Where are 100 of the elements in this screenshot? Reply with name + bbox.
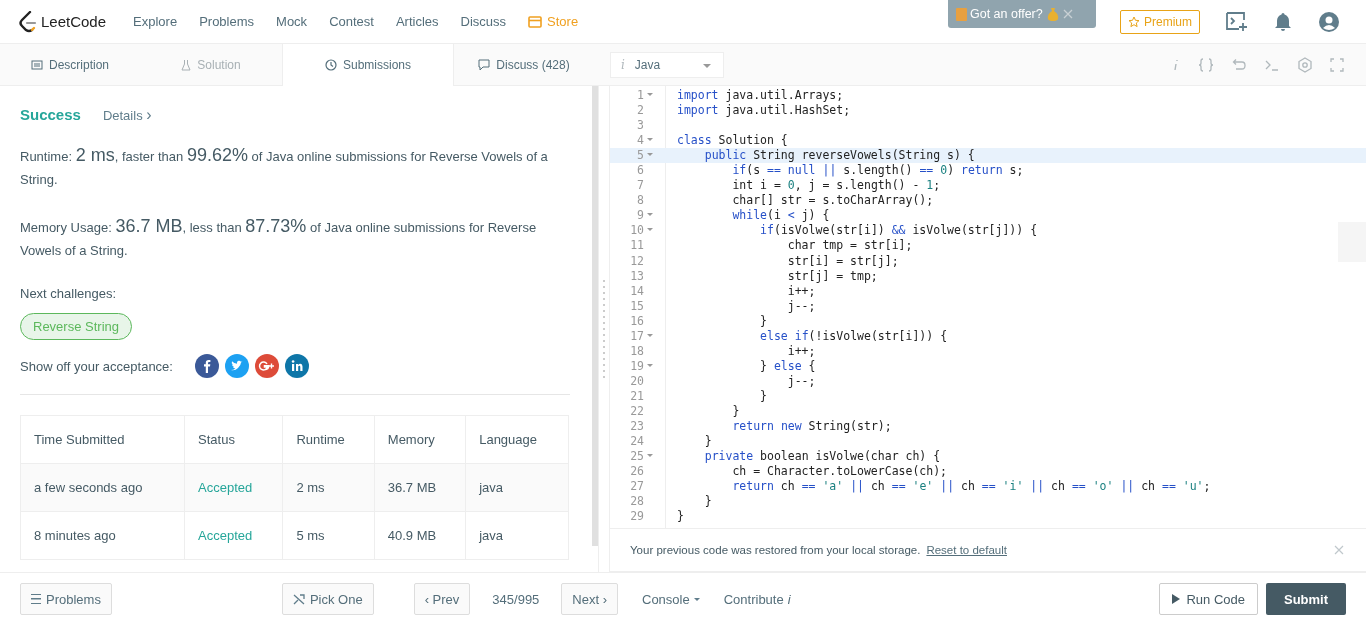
code-line: private boolean isVolwe(char ch) {	[703, 449, 941, 465]
code-line: while(i < j) {	[731, 208, 830, 224]
nav-link[interactable]: Contest	[318, 14, 385, 29]
table-cell: a few seconds ago	[20, 463, 185, 512]
console-button[interactable]: Console	[642, 591, 700, 607]
line-number: 12	[629, 253, 644, 269]
user-avatar-icon[interactable]	[1319, 12, 1339, 32]
reset-icon[interactable]	[1231, 57, 1247, 72]
line-number: 24	[629, 434, 644, 450]
code-line: str[j] = tmp;	[786, 268, 878, 284]
code-line: import java.util.HashSet;	[676, 103, 851, 119]
line-number: 15	[629, 298, 644, 314]
line-number: 8	[636, 193, 644, 209]
notification-bell-icon[interactable]	[1274, 12, 1292, 32]
line-number: 19	[629, 358, 644, 374]
store-icon	[528, 15, 543, 28]
google-plus-icon[interactable]	[254, 354, 279, 378]
runtime-summary: Runtime: 2 ms, faster than 99.62% of Java online submissions for Reverse Vowels of a String.	[20, 144, 549, 189]
code-line: }	[676, 509, 684, 525]
code-line: class Solution {	[676, 133, 788, 149]
code-line: } else {	[759, 358, 816, 374]
nav-link[interactable]: Articles	[384, 14, 450, 29]
info-icon[interactable]	[1171, 57, 1181, 72]
line-number: 14	[629, 283, 644, 299]
table-cell: 40.9 MB	[374, 511, 466, 560]
code-line: else if(!isVolwe(str[i])) {	[759, 328, 948, 344]
logo-icon	[18, 10, 38, 33]
line-number: 7	[636, 178, 644, 194]
table-cell[interactable]: Accepted	[184, 511, 283, 560]
code-line: ch = Character.toLowerCase(ch);	[731, 464, 948, 480]
code-line: i++;	[786, 283, 816, 299]
line-number: 23	[629, 419, 644, 435]
line-number: 20	[629, 373, 644, 389]
reset-link[interactable]: Reset to default	[926, 544, 1007, 556]
nav-link[interactable]: Mock	[265, 14, 319, 29]
line-number: 1	[636, 88, 644, 104]
nav-link[interactable]: Problems	[188, 14, 266, 29]
comment-icon	[478, 58, 491, 71]
next-button[interactable]: Next ›	[561, 583, 618, 615]
nav-link[interactable]: Discuss	[449, 14, 518, 29]
run-code-button[interactable]: Run Code	[1159, 583, 1258, 615]
code-line: return ch == 'a' || ch == 'e' || ch == 'i' || ch == 'o' || ch == 'u';	[731, 479, 1211, 495]
close-icon[interactable]	[1062, 9, 1073, 19]
language-select[interactable]: i Java	[610, 51, 724, 78]
prev-button[interactable]: ‹ Prev	[413, 583, 471, 615]
column-header: Language	[465, 415, 569, 464]
logo-text: LeetCode	[41, 13, 107, 30]
play-icon	[1172, 594, 1181, 604]
memory-summary: Memory Usage: 36.7 MB, less than 87.73% of Java online submissions for Reverse Vowels of a String.	[20, 215, 538, 260]
table-cell: 5 ms	[282, 511, 375, 560]
code-line: j--;	[786, 373, 816, 389]
tab[interactable]: Submissions	[282, 44, 454, 86]
column-header: Status	[184, 415, 283, 464]
leetcode-logo[interactable]: LeetCode	[18, 10, 107, 33]
problem-counter: 345/995	[492, 591, 540, 607]
money-bag-icon	[1045, 6, 1060, 22]
line-number: 16	[629, 313, 644, 329]
code-line: }	[759, 313, 767, 329]
problems-button[interactable]: Problems	[20, 583, 112, 615]
line-number: 9	[636, 208, 644, 224]
twitter-icon[interactable]	[224, 354, 249, 378]
playground-icon[interactable]	[1226, 12, 1248, 32]
result-status: Success	[20, 106, 81, 123]
line-number: 28	[629, 494, 644, 510]
settings-icon[interactable]	[1297, 56, 1313, 73]
linkedin-icon[interactable]	[284, 354, 309, 378]
star-icon	[1128, 16, 1140, 28]
table-cell[interactable]: Accepted	[184, 463, 283, 512]
details-link[interactable]: Details ›	[102, 106, 152, 124]
table-cell: 36.7 MB	[374, 463, 466, 512]
column-header: Runtime	[282, 415, 375, 464]
tab[interactable]: Discuss (428)	[454, 44, 595, 85]
split-handle[interactable]	[598, 86, 610, 572]
line-number: 13	[629, 268, 644, 284]
contribute-link[interactable]: Contribute i	[723, 591, 791, 607]
share-label: Show off your acceptance:	[20, 358, 173, 374]
column-header: Memory	[374, 415, 466, 464]
nav-link[interactable]: Explore	[122, 14, 189, 29]
line-number: 2	[636, 103, 644, 119]
line-number: 11	[629, 238, 644, 254]
code-line: int i = 0, j = s.length() - 1;	[731, 178, 941, 194]
facebook-icon[interactable]	[194, 354, 219, 378]
shuffle-icon	[292, 593, 305, 605]
line-number: 5	[636, 148, 644, 164]
pick-one-button[interactable]: Pick One	[281, 583, 374, 615]
code-line: public String reverseVowels(String s) {	[703, 148, 975, 164]
table-cell: java	[465, 463, 569, 512]
tab[interactable]: Description	[0, 44, 141, 85]
fullscreen-icon[interactable]	[1330, 57, 1344, 72]
line-number: 29	[629, 509, 644, 525]
close-icon[interactable]	[1334, 545, 1344, 555]
braces-icon[interactable]	[1198, 57, 1214, 72]
table-cell: java	[465, 511, 569, 560]
table-cell: 8 minutes ago	[20, 511, 185, 560]
line-number: 4	[636, 133, 644, 149]
code-line: if(isVolwe(str[i]) && isVolwe(str[j])) {	[759, 223, 1038, 239]
scrollbar[interactable]	[592, 86, 598, 546]
submit-button[interactable]: Submit	[1266, 583, 1346, 615]
line-number: 10	[629, 223, 644, 239]
code-line: if(s == null || s.length() == 0) return s;	[731, 163, 1024, 179]
